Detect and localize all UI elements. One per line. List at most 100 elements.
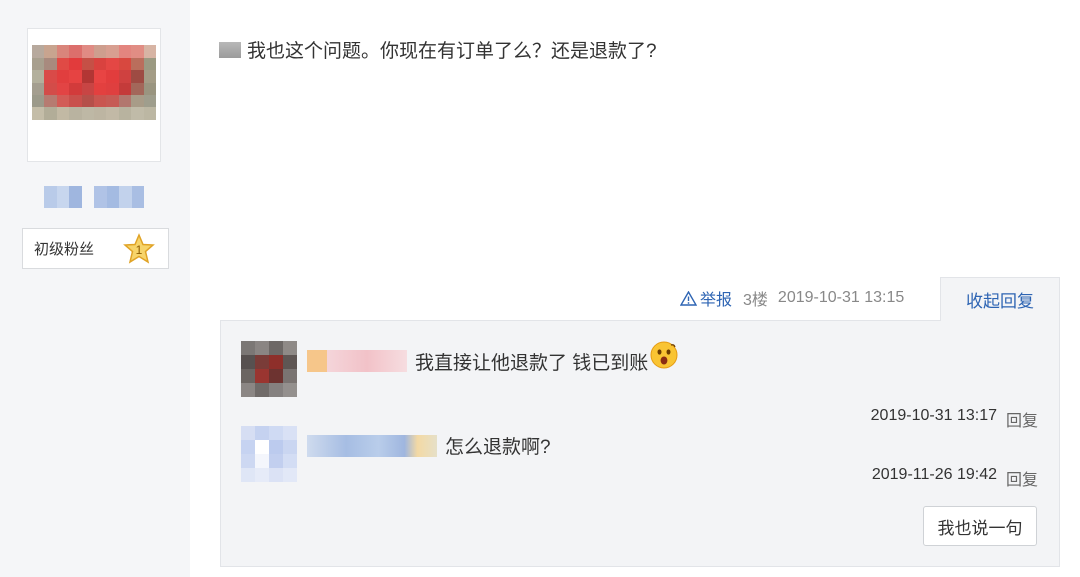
mosaic-pixel bbox=[106, 144, 119, 157]
mosaic-pixel bbox=[106, 70, 119, 83]
post-content: 我也这个问题。你现在有订单了么？还是退款了? bbox=[219, 36, 657, 63]
mosaic-pixel bbox=[69, 144, 82, 157]
mosaic-pixel bbox=[44, 57, 57, 71]
mosaic-pixel bbox=[93, 132, 107, 145]
mosaic-pixel bbox=[93, 33, 107, 46]
mosaic-pixel bbox=[118, 132, 132, 145]
reply-avatar[interactable] bbox=[241, 426, 297, 482]
mosaic-pixel bbox=[118, 57, 132, 71]
mosaic-pixel bbox=[131, 144, 144, 157]
mosaic-pixel bbox=[69, 94, 82, 108]
mosaic-pixel bbox=[32, 57, 45, 71]
reply-item: 我直接让他退款了 钱已到账 2019-10-31 13:17 回复 bbox=[241, 341, 1041, 430]
mosaic-pixel bbox=[131, 94, 144, 108]
mosaic-pixel bbox=[255, 468, 269, 482]
mosaic-pixel bbox=[283, 383, 297, 397]
mosaic-pixel bbox=[118, 144, 132, 157]
mosaic-pixel bbox=[56, 33, 70, 46]
mosaic-pixel bbox=[81, 57, 94, 71]
mosaic-pixel bbox=[32, 119, 45, 133]
mosaic-pixel bbox=[44, 70, 57, 83]
mosaic-pixel bbox=[69, 33, 82, 46]
mosaic-pixel bbox=[81, 94, 94, 108]
mosaic-pixel bbox=[69, 57, 82, 71]
star-level-icon: 1 bbox=[123, 233, 155, 264]
mosaic-pixel bbox=[255, 440, 269, 454]
mosaic-pixel bbox=[106, 107, 119, 120]
mosaic-pixel bbox=[269, 369, 283, 383]
mosaic-pixel bbox=[143, 107, 156, 120]
mosaic-pixel bbox=[32, 45, 45, 58]
mosaic-pixel bbox=[81, 70, 94, 83]
mosaic-pixel bbox=[131, 57, 144, 71]
mosaic-pixel bbox=[143, 119, 156, 133]
mosaic-pixel bbox=[81, 33, 94, 46]
mosaic-pixel bbox=[69, 82, 82, 95]
mosaic-pixel bbox=[106, 132, 119, 145]
reply-link[interactable]: 回复 bbox=[1006, 466, 1038, 490]
mosaic-pixel bbox=[131, 82, 144, 95]
mosaic-pixel bbox=[93, 107, 107, 120]
fan-level-badge[interactable]: 初级粉丝 1 bbox=[22, 228, 169, 269]
mosaic-pixel bbox=[56, 107, 70, 120]
mosaic-pixel bbox=[32, 33, 45, 46]
mosaic-pixel bbox=[106, 33, 119, 46]
reply-username-blurred[interactable] bbox=[307, 434, 437, 457]
mosaic-pixel bbox=[81, 144, 94, 157]
mosaic-pixel bbox=[143, 82, 156, 95]
mosaic-pixel bbox=[143, 94, 156, 108]
floor-number: 3楼 bbox=[743, 292, 768, 309]
avatar[interactable] bbox=[27, 28, 161, 162]
mosaic-pixel bbox=[106, 45, 119, 58]
mosaic-pixel bbox=[131, 186, 144, 208]
mosaic-pixel bbox=[93, 57, 107, 71]
mosaic-pixel bbox=[81, 132, 94, 145]
mosaic-pixel bbox=[93, 119, 107, 133]
mosaic-pixel bbox=[44, 45, 57, 58]
mosaic-pixel bbox=[106, 82, 119, 95]
mosaic-pixel bbox=[69, 186, 82, 208]
mosaic-pixel bbox=[143, 33, 156, 46]
mosaic-pixel bbox=[143, 45, 156, 58]
mosaic-pixel bbox=[131, 132, 144, 145]
collapse-replies-button[interactable]: 收起回复 bbox=[940, 277, 1060, 321]
user-sidebar: 初级粉丝 1 bbox=[0, 0, 190, 577]
mosaic-pixel bbox=[56, 132, 70, 145]
mosaic-pixel bbox=[94, 186, 107, 208]
username-blurred[interactable] bbox=[44, 186, 144, 208]
mosaic-pixel bbox=[56, 94, 70, 108]
mosaic-pixel bbox=[131, 70, 144, 83]
mosaic-pixel bbox=[44, 82, 57, 95]
mosaic-pixel bbox=[269, 383, 283, 397]
mosaic-pixel bbox=[32, 107, 45, 120]
mosaic-pixel bbox=[255, 341, 269, 355]
mosaic-pixel bbox=[241, 369, 255, 383]
fan-level-number: 1 bbox=[136, 243, 143, 257]
mosaic-pixel bbox=[69, 70, 82, 83]
mosaic-pixel bbox=[93, 82, 107, 95]
surprised-emoji-icon bbox=[650, 341, 678, 369]
add-comment-button[interactable]: 我也说一句 bbox=[923, 506, 1037, 546]
mosaic-pixel bbox=[32, 132, 45, 145]
mosaic-pixel bbox=[56, 186, 69, 208]
mosaic-pixel bbox=[81, 45, 94, 58]
mosaic-pixel bbox=[44, 119, 57, 133]
mosaic-pixel bbox=[56, 144, 70, 157]
mosaic-pixel bbox=[32, 70, 45, 83]
mosaic-pixel bbox=[106, 57, 119, 71]
reply-avatar[interactable] bbox=[241, 341, 297, 397]
reply-username-blurred[interactable] bbox=[307, 350, 407, 372]
mosaic-pixel bbox=[69, 45, 82, 58]
mosaic-pixel bbox=[241, 454, 255, 468]
mosaic-pixel bbox=[118, 107, 132, 120]
report-link[interactable]: 举报 bbox=[680, 286, 732, 310]
mosaic-pixel bbox=[255, 383, 269, 397]
mosaic-pixel bbox=[241, 383, 255, 397]
mosaic-pixel bbox=[118, 82, 132, 95]
mosaic-pixel bbox=[283, 454, 297, 468]
reply-content: 怎么退款啊? bbox=[307, 432, 551, 459]
mosaic-pixel bbox=[56, 119, 70, 133]
mosaic-pixel bbox=[81, 82, 94, 95]
mosaic-pixel bbox=[69, 107, 82, 120]
mosaic-pixel bbox=[44, 132, 57, 145]
